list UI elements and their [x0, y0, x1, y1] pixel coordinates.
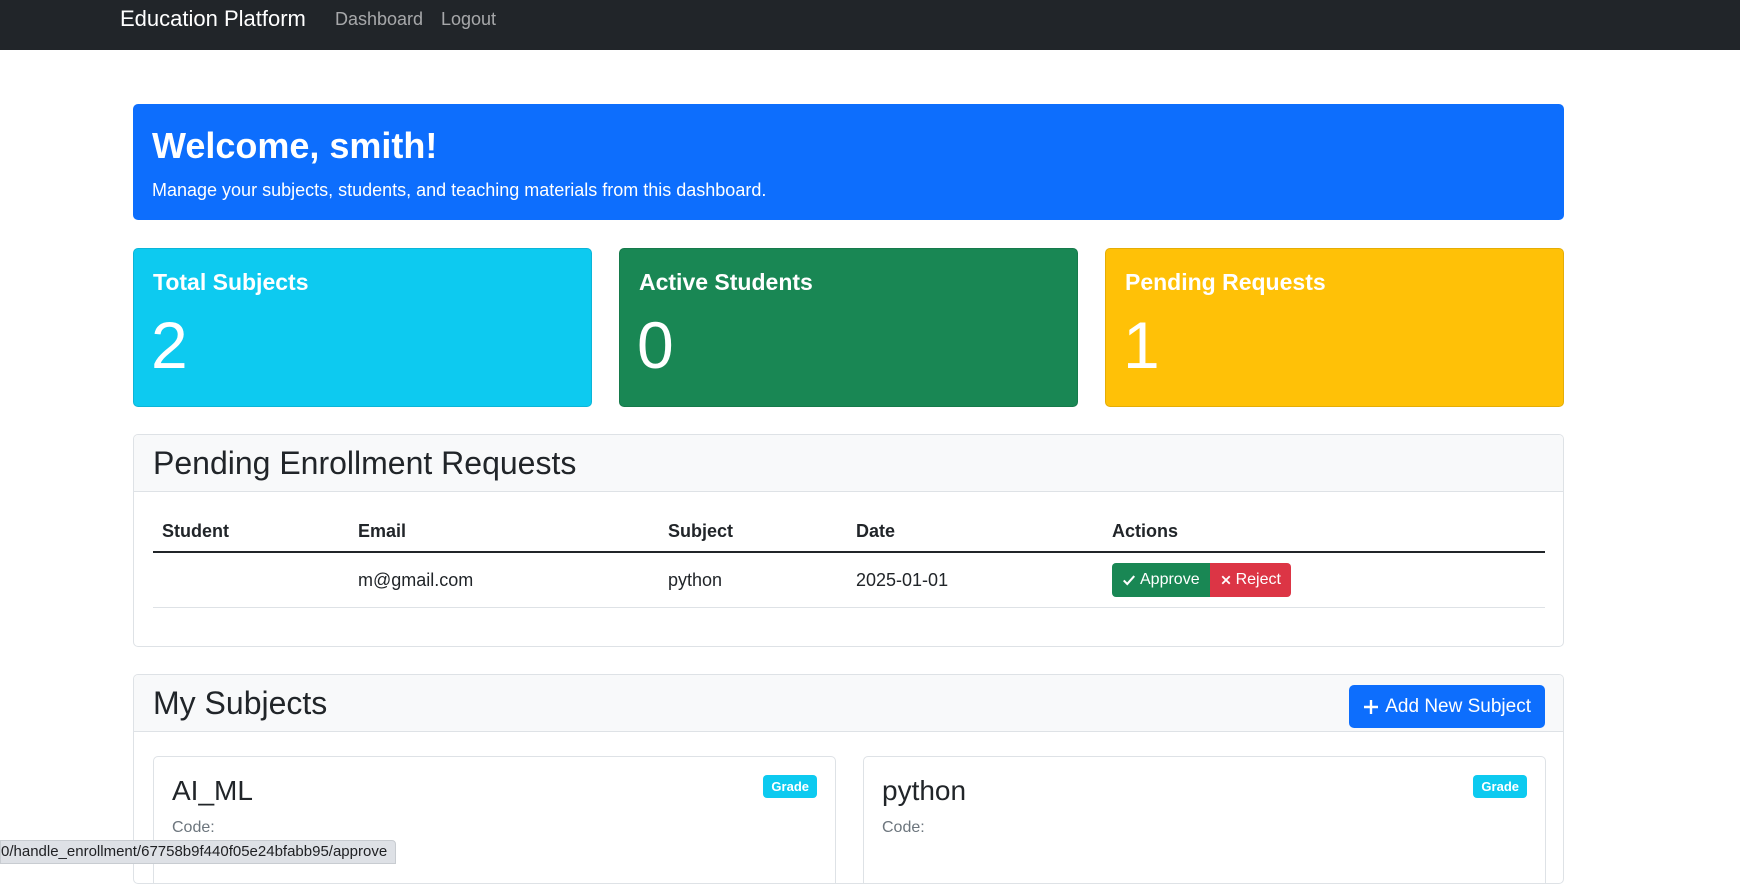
stat-card-active-students: Active Students 0	[619, 248, 1078, 407]
add-new-subject-button[interactable]: Add New Subject	[1349, 685, 1545, 728]
top-navbar: Education Platform Dashboard Logout	[0, 0, 1740, 50]
welcome-title: Welcome, smith!	[152, 125, 438, 166]
table-header-row: Student Email Subject Date Actions	[153, 511, 1545, 553]
column-header-email: Email	[349, 511, 659, 553]
cell-student	[153, 552, 349, 608]
pending-requests-card: Pending Enrollment Requests Student Emai…	[133, 434, 1564, 647]
stat-title: Total Subjects	[153, 269, 309, 295]
welcome-banner: Welcome, smith! Manage your subjects, st…	[133, 104, 1564, 220]
column-header-subject: Subject	[659, 511, 847, 553]
reject-button[interactable]: Reject	[1209, 563, 1291, 597]
approve-label: Approve	[1140, 571, 1200, 588]
column-header-student: Student	[153, 511, 349, 553]
card-header: Pending Enrollment Requests	[134, 435, 1563, 492]
reject-label: Reject	[1235, 571, 1281, 588]
grade-badge: Grade	[763, 775, 817, 798]
brand-link[interactable]: Education Platform	[120, 6, 306, 32]
stat-title: Active Students	[639, 269, 813, 295]
pending-requests-title: Pending Enrollment Requests	[153, 445, 577, 481]
stat-card-pending-requests: Pending Requests 1	[1105, 248, 1564, 407]
card-header: My Subjects Add New Subject	[134, 675, 1563, 732]
check-icon	[1123, 575, 1136, 586]
grade-badge: Grade	[1473, 775, 1527, 798]
subject-card[interactable]: AI_ML Grade Code:	[153, 756, 836, 883]
cell-date: 2025-01-01	[847, 552, 1103, 608]
browser-status-bar: 0/handle_enrollment/67758b9f440f05e24bfa…	[0, 840, 397, 864]
approve-button[interactable]: Approve	[1112, 563, 1210, 597]
column-header-date: Date	[847, 511, 1103, 553]
add-new-subject-label: Add New Subject	[1385, 695, 1531, 717]
stat-title: Pending Requests	[1125, 269, 1326, 295]
nav-dashboard-link[interactable]: Dashboard	[335, 9, 423, 30]
nav-logout-link[interactable]: Logout	[441, 9, 496, 30]
subject-code-label: Code:	[882, 819, 925, 836]
stat-value: 2	[151, 308, 188, 382]
cell-email: m@gmail.com	[349, 552, 659, 608]
cell-subject: python	[659, 552, 847, 608]
stat-value: 1	[1123, 308, 1160, 382]
subject-code-label: Code:	[172, 819, 215, 836]
welcome-subtitle: Manage your subjects, students, and teac…	[152, 180, 767, 200]
requests-table: Student Email Subject Date Actions m@gma…	[153, 511, 1545, 608]
my-subjects-title: My Subjects	[153, 685, 328, 721]
subject-name: python	[882, 775, 967, 806]
cell-actions: Approve Reject	[1103, 552, 1545, 608]
subject-card[interactable]: python Grade Code:	[863, 756, 1546, 883]
x-icon	[1221, 575, 1230, 585]
stat-value: 0	[637, 308, 674, 382]
stat-card-total-subjects: Total Subjects 2	[133, 248, 592, 407]
column-header-actions: Actions	[1103, 511, 1545, 553]
table-row: m@gmail.com python 2025-01-01 Approve Re…	[153, 552, 1545, 608]
plus-icon	[1364, 699, 1379, 714]
subject-name: AI_ML	[172, 775, 253, 806]
action-button-group: Approve Reject	[1112, 563, 1291, 597]
